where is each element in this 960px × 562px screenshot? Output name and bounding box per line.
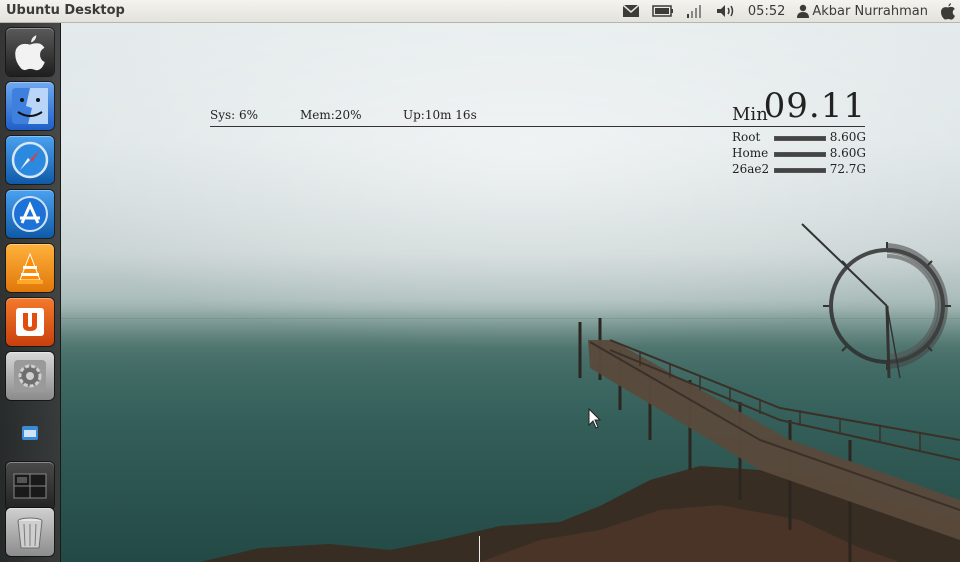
volume-icon[interactable] <box>716 0 736 22</box>
trash-icon <box>17 517 43 549</box>
user-name: Akbar Nurrahman <box>812 3 928 19</box>
launcher-item-ubuntu-one[interactable] <box>6 298 54 346</box>
conky-disk-name: 26ae2 <box>732 162 770 176</box>
small-app-icon <box>22 426 38 440</box>
system-preferences-icon <box>14 360 46 392</box>
launcher-item-apple[interactable] <box>6 28 54 76</box>
conky-analog-clock <box>801 223 951 379</box>
mouse-cursor <box>588 408 602 429</box>
conky-disk-size: 8.60G <box>829 130 866 144</box>
launcher-item-workspace-switcher[interactable] <box>6 462 54 510</box>
conky-sys: Sys: 6% <box>210 108 259 122</box>
workspace-icon <box>13 473 47 499</box>
launcher-item-system-preferences[interactable] <box>6 352 54 400</box>
conky-disk-row: Home 8.60G <box>732 146 866 160</box>
ubuntu-one-icon <box>16 308 44 336</box>
launcher-item-safari[interactable] <box>6 136 54 184</box>
indicator-tray: 05:52 Akbar Nurrahman <box>610 0 956 22</box>
conky-time-value: 09.11 <box>763 86 866 126</box>
launcher-item-app-store[interactable] <box>6 190 54 238</box>
launcher <box>0 23 61 562</box>
conky-disk-bar <box>774 136 826 141</box>
finder-icon <box>12 88 48 124</box>
conky-disk-size: 72.7G <box>829 162 866 176</box>
apple-icon[interactable] <box>940 0 956 22</box>
conky-disk-name: Home <box>732 146 769 160</box>
top-panel: Ubuntu Desktop 05:52 Akbar Nurrahman <box>0 0 960 23</box>
conky-disk-name: Root <box>732 130 761 144</box>
launcher-item-trash[interactable] <box>6 508 54 556</box>
battery-icon[interactable] <box>652 0 674 22</box>
launcher-item-small-app[interactable] <box>12 418 48 448</box>
user-menu[interactable]: Akbar Nurrahman <box>797 0 928 22</box>
app-store-icon <box>12 196 48 232</box>
conky-disk-bar <box>774 152 826 157</box>
vlc-icon <box>17 252 43 284</box>
conky-uptime: Up:10m 16s <box>403 108 477 122</box>
conky-disk-row: 26ae2 72.7G <box>732 162 866 176</box>
conky-time-label: Min <box>732 104 768 125</box>
safari-icon <box>11 141 49 179</box>
launcher-item-finder[interactable] <box>6 82 54 130</box>
conky-mem: Mem:20% <box>300 108 362 122</box>
conky-disk-bar <box>774 168 826 173</box>
network-icon[interactable] <box>686 0 704 22</box>
clock-label: 05:52 <box>747 3 786 19</box>
launcher-item-vlc[interactable] <box>6 244 54 292</box>
apple-icon <box>15 35 45 71</box>
conky-disk-row: Root 8.60G <box>732 130 866 144</box>
app-title[interactable]: Ubuntu Desktop <box>6 3 125 18</box>
conky-disk-size: 8.60G <box>829 146 866 160</box>
user-icon <box>797 4 810 18</box>
conky-time: Min 09.11 <box>732 86 866 128</box>
clock[interactable]: 05:52 <box>748 0 785 22</box>
mail-icon[interactable] <box>622 0 640 22</box>
text-cursor-mark <box>479 536 480 562</box>
